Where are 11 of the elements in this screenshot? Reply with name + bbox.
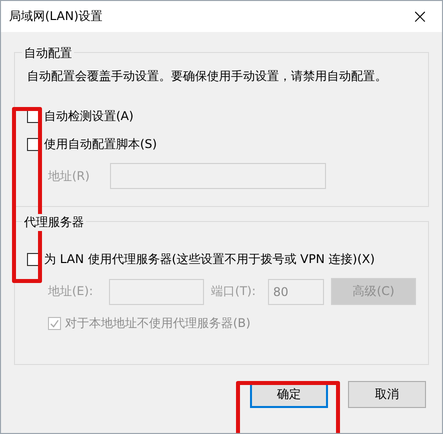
checkbox-label: 为 LAN 使用代理服务器(这些设置不用于拨号或 VPN 连接)(X): [44, 251, 375, 268]
checkbox-label: 对于本地地址不使用代理服务器(B): [65, 315, 251, 332]
field-label: 端口(T):: [211, 283, 257, 300]
checkbox-label: 自动检测设置(A): [44, 108, 134, 125]
close-button[interactable]: ×: [398, 1, 442, 32]
group-title: 自动配置: [22, 45, 74, 62]
cancel-button[interactable]: 取消: [348, 381, 426, 408]
checkbox-label: 使用自动配置脚本(S): [44, 136, 157, 153]
group-title: 代理服务器: [22, 214, 86, 231]
window-title: 局域网(LAN)设置: [9, 8, 103, 25]
description-text: 自动配置会覆盖手动设置。要确保使用手动设置，请禁用自动配置。: [27, 68, 388, 85]
